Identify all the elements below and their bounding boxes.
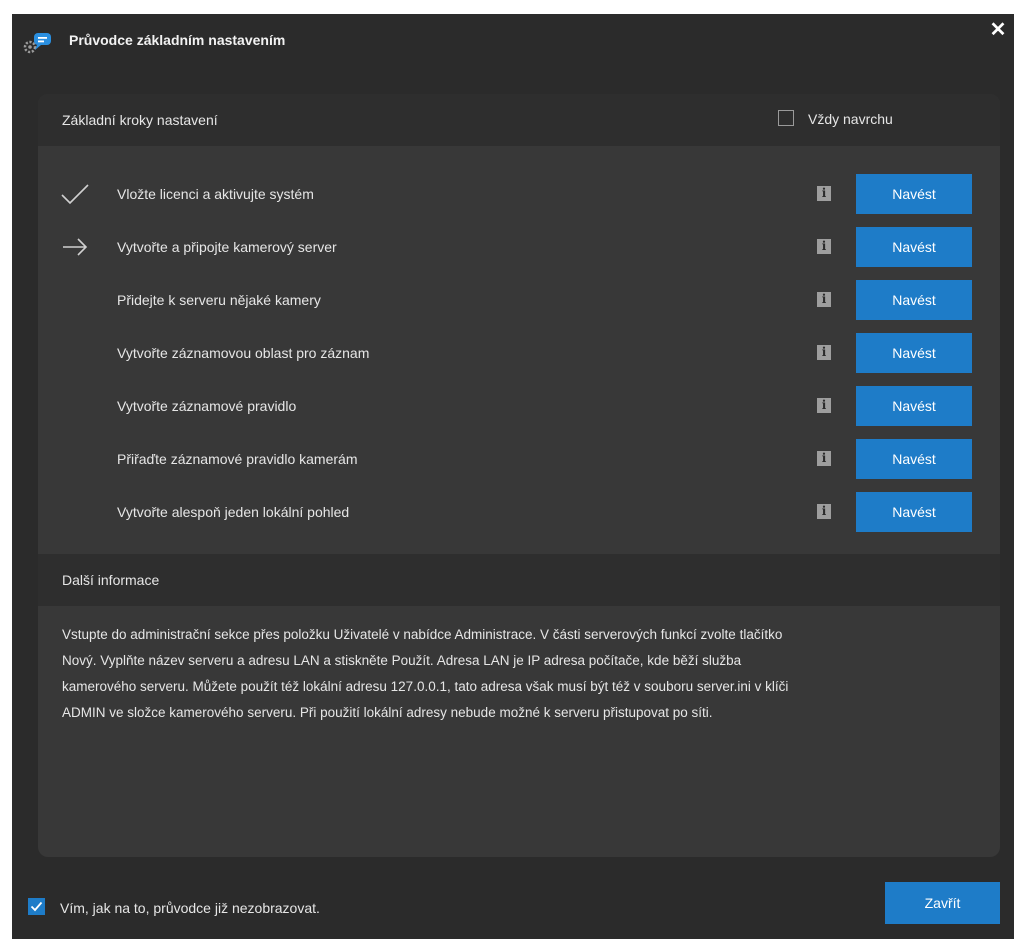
setup-step: Vytvořte alespoň jeden lokální pohled i …	[38, 492, 1000, 534]
close-icon[interactable]: ✕	[988, 20, 1008, 40]
close-button[interactable]: Zavřít	[885, 882, 1000, 924]
step-label: Přiřaďte záznamové pravidlo kamerám	[117, 451, 358, 467]
guide-button[interactable]: Navést	[856, 280, 972, 320]
setup-step: Přidejte k serveru nějaké kamery i Navés…	[38, 280, 1000, 322]
always-on-top-label: Vždy navrchu	[808, 111, 893, 127]
dont-show-again-checkbox[interactable]	[28, 898, 45, 915]
info-line: kamerového serveru. Můžete použít též lo…	[62, 679, 789, 694]
step-label: Vytvořte a připojte kamerový server	[117, 239, 337, 255]
guide-button[interactable]: Navést	[856, 174, 972, 214]
setup-steps-heading: Základní kroky nastavení	[62, 112, 218, 128]
setup-step: Vytvořte a připojte kamerový server i Na…	[38, 227, 1000, 269]
info-icon[interactable]: i	[817, 292, 831, 307]
arrow-right-icon	[63, 238, 88, 256]
step-label: Přidejte k serveru nějaké kamery	[117, 292, 321, 308]
setup-step: Vytvořte záznamové pravidlo i Navést	[38, 386, 1000, 428]
info-icon[interactable]: i	[817, 504, 831, 519]
always-on-top-checkbox[interactable]	[778, 110, 794, 126]
info-line: Vstupte do administrační sekce přes polo…	[62, 627, 783, 642]
step-label: Vytvořte alespoň jeden lokální pohled	[117, 504, 350, 520]
step-label: Vložte licenci a aktivujte systém	[117, 186, 314, 202]
wizard-app-icon	[23, 33, 51, 54]
info-icon[interactable]: i	[817, 451, 831, 466]
guide-button[interactable]: Navést	[856, 386, 972, 426]
info-icon[interactable]: i	[817, 398, 831, 413]
step-label: Vytvořte záznamovou oblast pro záznam	[117, 345, 370, 361]
setup-step: Vytvořte záznamovou oblast pro záznam i …	[38, 333, 1000, 375]
dont-show-again-label: Vím, jak na to, průvodce již nezobrazova…	[60, 900, 320, 916]
setup-steps-header: Základní kroky nastavení Vždy navrchu	[38, 94, 1000, 146]
checkmark-icon	[30, 901, 43, 912]
checkmark-icon	[61, 184, 89, 205]
guide-button[interactable]: Navést	[856, 333, 972, 373]
info-line: Nový. Vyplňte název serveru a adresu LAN…	[62, 653, 742, 668]
info-icon[interactable]: i	[817, 239, 831, 254]
setup-step: Přiřaďte záznamové pravidlo kamerám i Na…	[38, 439, 1000, 481]
info-line: ADMIN ve složce kamerového serveru. Při …	[62, 705, 713, 720]
guide-button[interactable]: Navést	[856, 492, 972, 532]
step-label: Vytvořte záznamové pravidlo	[117, 398, 297, 414]
wizard-panel: Základní kroky nastavení Vždy navrchu Vl…	[38, 94, 1000, 857]
info-icon[interactable]: i	[817, 186, 831, 201]
window-title: Průvodce základním nastavením	[69, 32, 286, 48]
guide-button[interactable]: Navést	[856, 227, 972, 267]
setup-wizard-window: Průvodce základním nastavením ✕ Základní…	[12, 14, 1014, 939]
more-info-header: Další informace	[38, 554, 1000, 606]
guide-button[interactable]: Navést	[856, 439, 972, 479]
more-info-heading: Další informace	[62, 572, 160, 588]
title-bar: Průvodce základním nastavením ✕	[12, 14, 1014, 72]
setup-step: Vložte licenci a aktivujte systém i Navé…	[38, 174, 1000, 216]
more-info-text: Vstupte do administrační sekce přes polo…	[62, 622, 972, 726]
info-icon[interactable]: i	[817, 345, 831, 360]
